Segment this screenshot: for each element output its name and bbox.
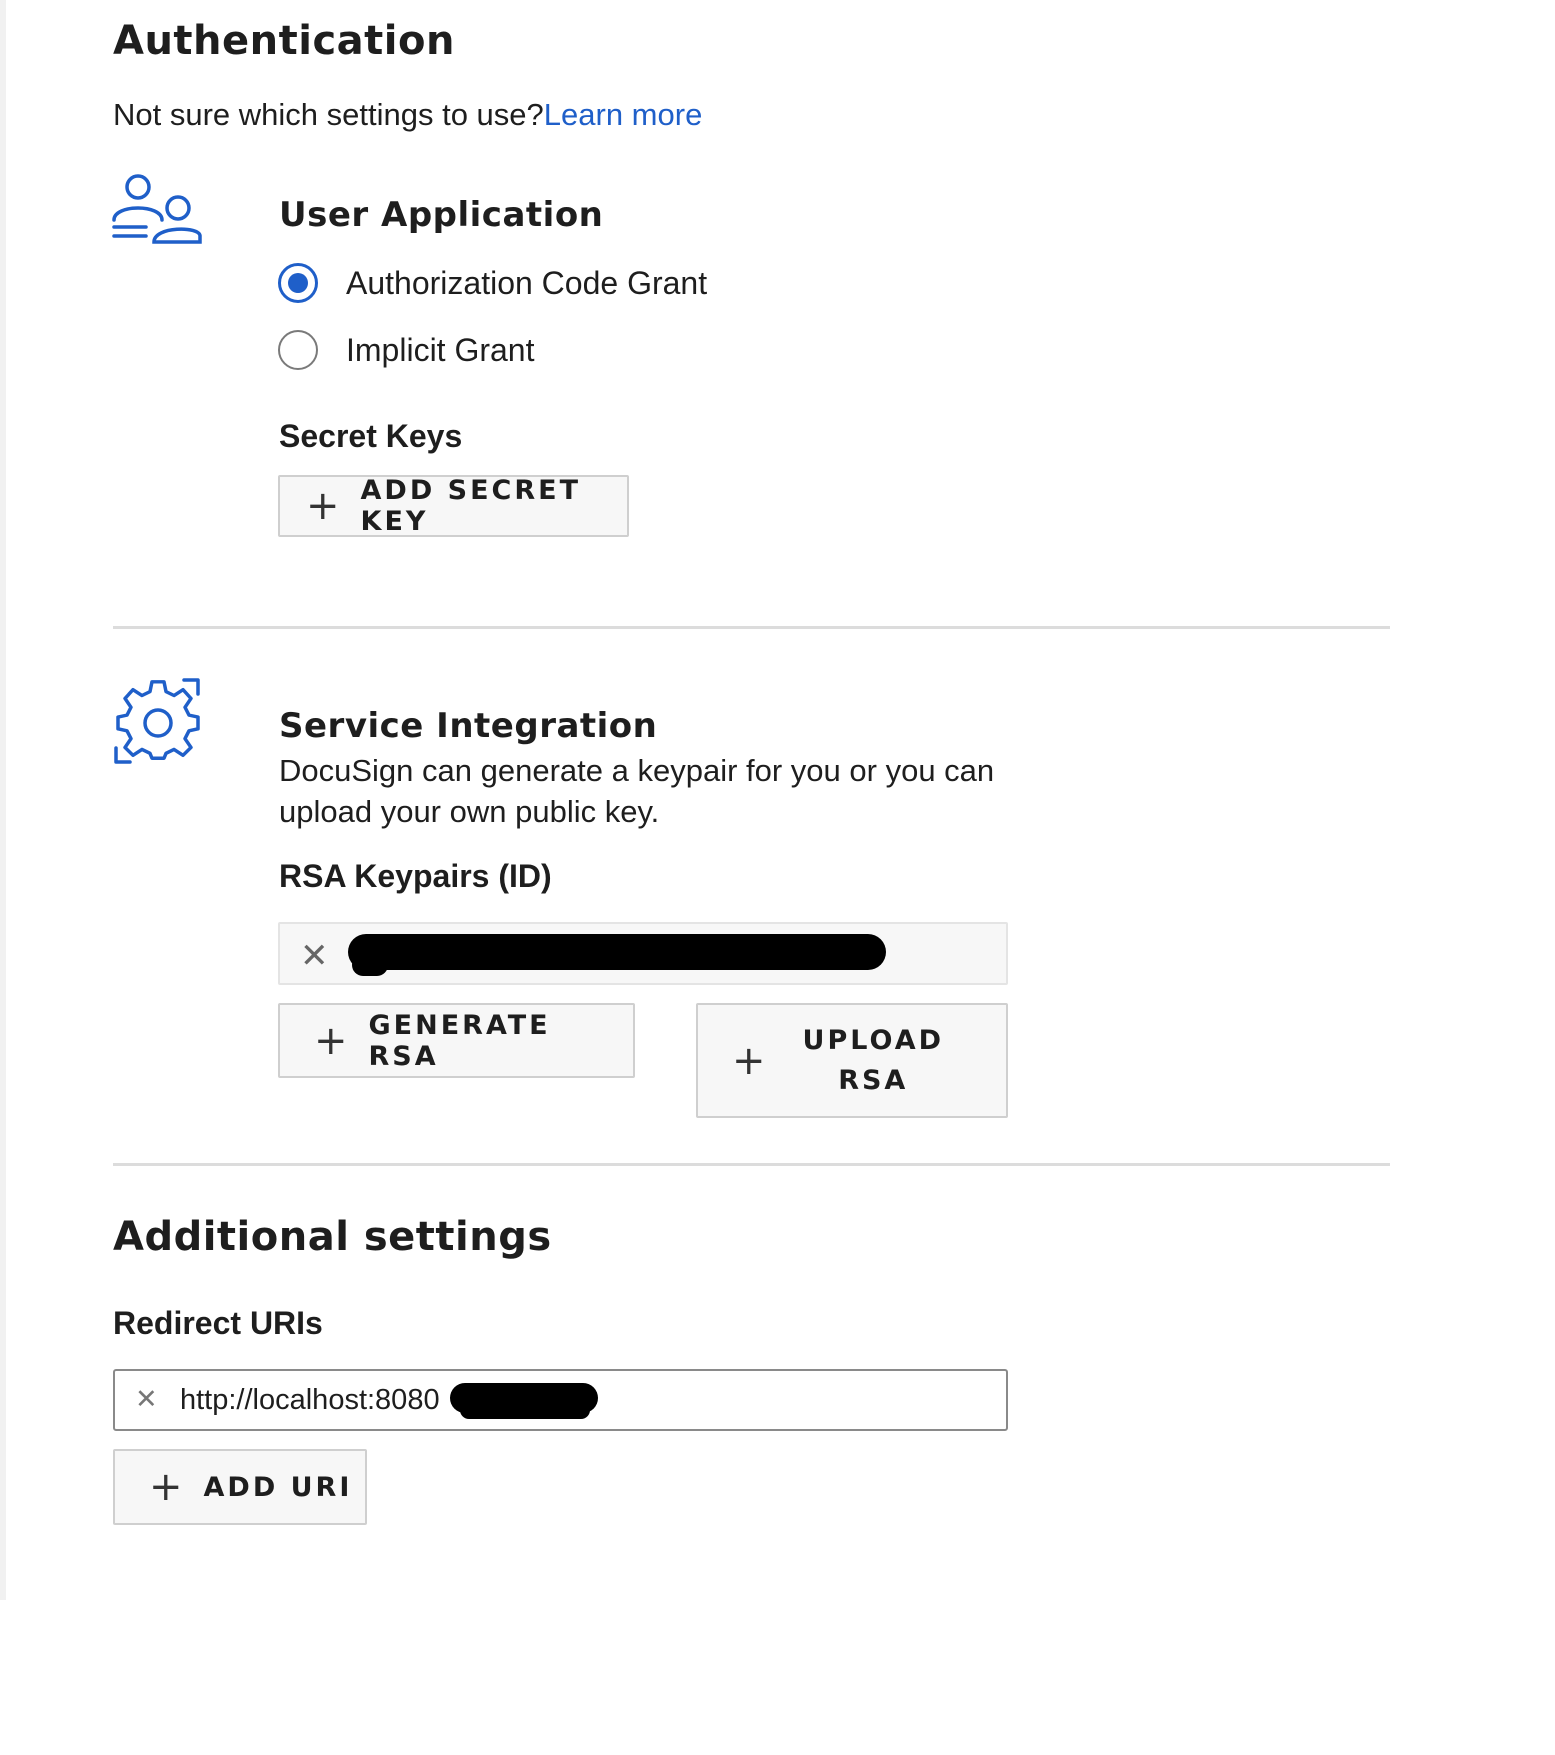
authentication-title: Authentication [113, 18, 455, 64]
upload-rsa-button[interactable]: + UPLOAD RSA [696, 1003, 1008, 1118]
rsa-keypairs-label: RSA Keypairs (ID) [279, 858, 552, 894]
secret-keys-label: Secret Keys [279, 418, 463, 454]
redaction-mark [460, 1401, 590, 1419]
redaction-mark [352, 954, 388, 976]
service-description: DocuSign can generate a keypair for you … [279, 750, 994, 832]
additional-settings-title: Additional settings [113, 1214, 552, 1260]
plus-icon: + [306, 483, 343, 529]
plus-icon: + [314, 1017, 351, 1064]
radio-button-checked[interactable] [278, 263, 318, 303]
radio-authorization-code-grant[interactable]: Authorization Code Grant [278, 263, 707, 303]
radio-implicit-grant[interactable]: Implicit Grant [278, 330, 534, 370]
help-text: Not sure which settings to use? [113, 97, 544, 132]
redirect-uri-value: http://localhost:8080 [180, 1384, 440, 1416]
left-edge-strip [0, 0, 6, 1600]
add-secret-key-label: ADD SECRET KEY [360, 475, 581, 537]
plus-icon: + [732, 1037, 769, 1084]
rsa-keypair-row: ✕ [278, 922, 1008, 985]
add-uri-label: ADD URI [203, 1471, 353, 1503]
upload-rsa-label-line1: UPLOAD [802, 1024, 945, 1056]
radio-label: Authorization Code Grant [346, 264, 708, 301]
radio-label: Implicit Grant [346, 331, 535, 368]
learn-more-link[interactable]: Learn more [544, 97, 703, 132]
remove-keypair-icon[interactable]: ✕ [300, 936, 329, 976]
radio-button-unchecked[interactable] [278, 330, 318, 370]
service-description-line2: upload your own public key. [279, 794, 660, 829]
add-secret-key-button[interactable]: + ADD SECRET KEY [278, 475, 629, 537]
plus-icon: + [149, 1464, 186, 1510]
add-uri-button[interactable]: + ADD URI [113, 1449, 367, 1525]
upload-rsa-label-line2: RSA [838, 1064, 909, 1096]
gear-icon [112, 676, 204, 766]
redirect-uri-field[interactable]: ✕ http://localhost:8080 [113, 1369, 1008, 1431]
redirect-uris-label: Redirect URIs [113, 1305, 323, 1341]
remove-uri-icon[interactable]: ✕ [135, 1384, 158, 1415]
users-icon [110, 170, 206, 250]
generate-rsa-label: GENERATE RSA [368, 1009, 551, 1072]
service-description-line1: DocuSign can generate a keypair for you … [279, 753, 995, 788]
upload-rsa-label: UPLOAD RSA [803, 1021, 945, 1101]
service-integration-title: Service Integration [279, 706, 658, 746]
help-row: Not sure which settings to use?Learn mor… [113, 97, 702, 133]
section-divider [113, 1163, 1390, 1166]
generate-rsa-button[interactable]: + GENERATE RSA [278, 1003, 635, 1078]
user-application-title: User Application [279, 195, 604, 235]
section-divider [113, 626, 1390, 629]
redacted-keypair-id [348, 934, 886, 970]
